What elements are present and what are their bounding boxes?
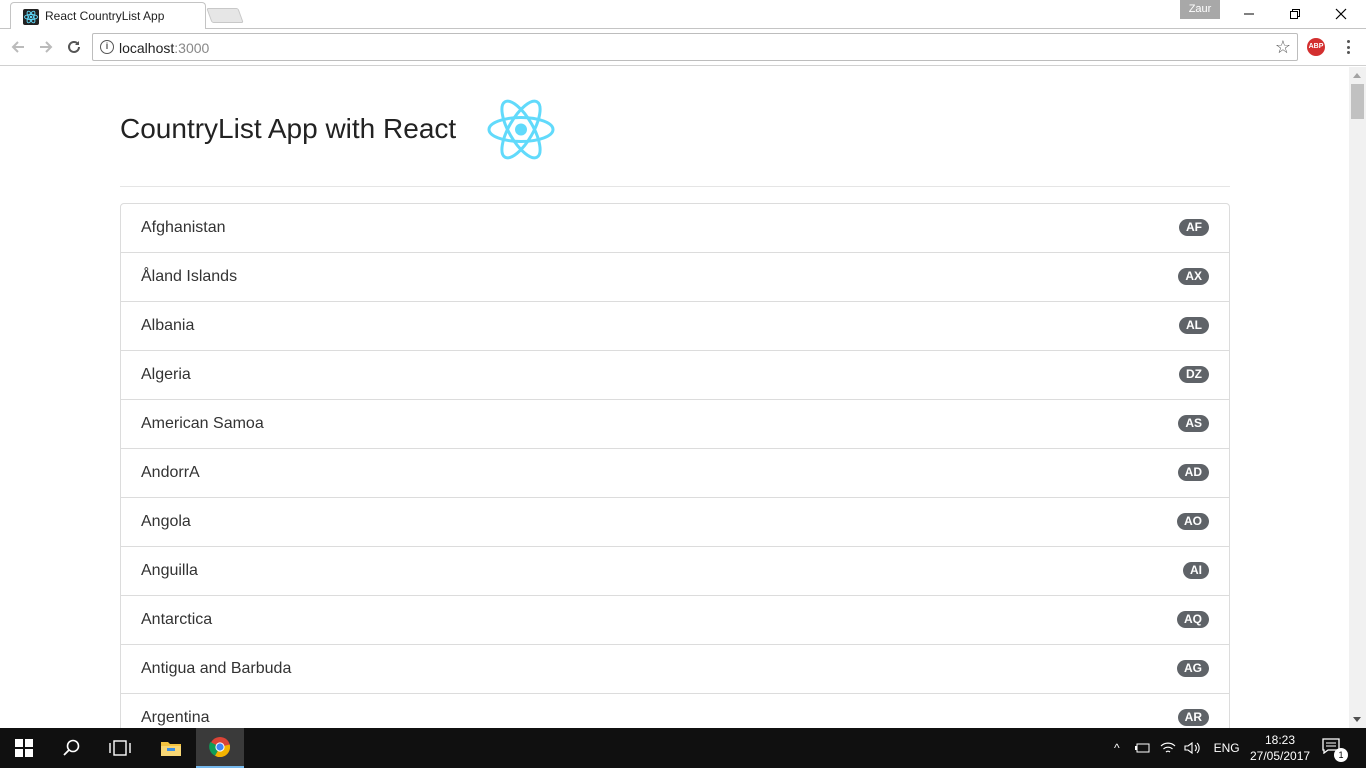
restore-icon — [1290, 9, 1300, 19]
page-title: CountryList App with React — [120, 113, 457, 144]
country-code-badge: AF — [1179, 219, 1209, 236]
country-name: Albania — [141, 317, 195, 334]
url-port: :3000 — [174, 40, 210, 56]
country-code-badge: AG — [1177, 660, 1209, 677]
task-view-icon — [109, 740, 131, 756]
wifi-icon[interactable] — [1160, 741, 1176, 755]
scroll-up-arrow-icon[interactable] — [1353, 73, 1361, 78]
scrollbar-thumb[interactable] — [1351, 84, 1364, 119]
chrome-icon — [209, 737, 231, 758]
react-logo-icon — [487, 99, 555, 160]
country-name: Åland Islands — [141, 268, 238, 285]
list-item[interactable]: AndorrA AD — [121, 448, 1229, 497]
forward-button[interactable] — [36, 37, 56, 57]
list-item[interactable]: Argentina AR — [121, 693, 1229, 728]
list-item[interactable]: Albania AL — [121, 301, 1229, 350]
windows-logo-icon — [15, 739, 33, 757]
search-button[interactable] — [48, 728, 96, 768]
country-code-badge: AD — [1177, 464, 1209, 481]
system-tray: ^ ENG — [1114, 728, 1240, 768]
list-item[interactable]: American Samoa AS — [121, 399, 1229, 448]
country-name: Antarctica — [141, 611, 213, 628]
minimize-button[interactable] — [1226, 0, 1272, 28]
country-name: Algeria — [141, 366, 191, 383]
country-code-badge: AX — [1178, 268, 1209, 285]
browser-titlebar: React CountryList App Zaur — [0, 0, 1366, 30]
country-code-badge: AO — [1177, 513, 1209, 530]
country-list: Afghanistan AF Åland Islands AX Albania AL Alg… — [120, 203, 1230, 728]
country-code-badge: DZ — [1179, 366, 1209, 383]
list-item[interactable]: Antigua and Barbuda AG — [121, 644, 1229, 693]
list-item[interactable]: Anguilla AI — [121, 546, 1229, 595]
tab-title: React CountryList App — [45, 9, 165, 23]
page-header: CountryList App with React — [120, 95, 1230, 187]
adblock-plus-icon[interactable]: ABP — [1307, 38, 1325, 56]
country-name: AndorrA — [141, 464, 200, 481]
folder-icon — [161, 742, 181, 756]
country-code-badge: AS — [1178, 415, 1209, 432]
chrome-taskbar-button[interactable] — [196, 728, 244, 768]
close-window-button[interactable] — [1318, 0, 1364, 28]
chevron-up-icon[interactable]: ^ — [1114, 741, 1120, 755]
url-host: localhost — [119, 40, 175, 56]
country-name: American Samoa — [141, 415, 264, 432]
close-icon — [1335, 8, 1347, 20]
address-bar[interactable]: i localhost:3000 ☆ — [92, 33, 1298, 61]
arrow-right-icon — [40, 41, 53, 53]
country-name: Antigua and Barbuda — [141, 660, 292, 677]
profile-button[interactable]: Zaur — [1180, 0, 1220, 19]
action-center-button[interactable]: 1 — [1322, 738, 1348, 762]
arrow-left-icon — [11, 41, 24, 53]
start-button[interactable] — [0, 728, 48, 768]
scroll-down-arrow-icon[interactable] — [1353, 717, 1361, 722]
list-item[interactable]: Angola AO — [121, 497, 1229, 546]
list-item[interactable]: Antarctica AQ — [121, 595, 1229, 644]
volume-icon[interactable] — [1184, 741, 1200, 755]
page-viewport: CountryList App with React Afghanistan AF… — [0, 67, 1349, 728]
browser-toolbar: i localhost:3000 ☆ ABP — [0, 29, 1366, 66]
windows-taskbar: ^ ENG 18:23 27/05/2017 1 — [0, 728, 1366, 768]
country-name: Afghanistan — [141, 219, 226, 236]
list-item[interactable]: Algeria DZ — [121, 350, 1229, 399]
url-text[interactable]: localhost:3000 — [119, 40, 209, 56]
react-favicon-icon — [23, 9, 39, 25]
restore-button[interactable] — [1272, 0, 1318, 28]
task-view-button[interactable] — [96, 728, 144, 768]
minimize-icon — [1244, 13, 1254, 15]
list-item[interactable]: Afghanistan AF — [121, 204, 1229, 252]
new-tab-button[interactable] — [206, 8, 244, 23]
back-button[interactable] — [8, 37, 28, 57]
country-name: Anguilla — [141, 562, 198, 579]
browser-menu-icon[interactable] — [1339, 37, 1357, 57]
bookmark-star-icon[interactable]: ☆ — [1275, 37, 1291, 57]
country-code-badge: AI — [1183, 562, 1209, 579]
search-icon — [63, 739, 80, 756]
notification-count-badge: 1 — [1334, 748, 1348, 762]
info-icon[interactable]: i — [100, 40, 114, 54]
language-indicator[interactable]: ENG — [1214, 741, 1240, 755]
reload-button[interactable] — [64, 37, 84, 57]
country-code-badge: AL — [1179, 317, 1209, 334]
browser-tab[interactable]: React CountryList App — [10, 2, 206, 29]
country-code-badge: AQ — [1177, 611, 1209, 628]
battery-icon[interactable] — [1134, 742, 1150, 754]
page-scrollbar[interactable] — [1349, 67, 1366, 728]
list-item[interactable]: Åland Islands AX — [121, 252, 1229, 301]
reload-icon — [68, 40, 80, 53]
file-explorer-button[interactable] — [147, 728, 195, 768]
country-name: Angola — [141, 513, 191, 530]
clock-date: 27/05/2017 — [1250, 749, 1311, 763]
clock-time: 18:23 — [1264, 733, 1296, 747]
country-name: Argentina — [141, 709, 210, 726]
taskbar-clock[interactable]: 18:23 27/05/2017 — [1250, 732, 1310, 764]
country-code-badge: AR — [1177, 709, 1209, 726]
